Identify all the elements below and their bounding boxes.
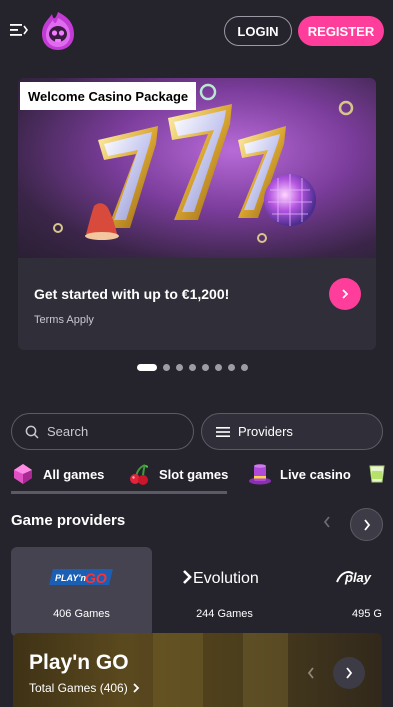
featured-prev-button[interactable] — [299, 661, 323, 685]
top-hat-icon — [249, 464, 271, 485]
carousel-dot[interactable] — [241, 363, 248, 371]
tab-more-partial[interactable] — [368, 458, 386, 490]
featured-provider-banner[interactable]: Play'n GO Total Games (406) — [13, 633, 382, 707]
carousel-dot[interactable] — [202, 363, 209, 371]
cherry-icon — [130, 464, 149, 485]
search-box[interactable] — [11, 413, 194, 450]
search-input[interactable] — [47, 424, 177, 439]
gem-icon — [14, 464, 32, 484]
featured-total-link[interactable]: Total Games (406) — [29, 681, 140, 695]
chevron-left-icon — [307, 667, 314, 679]
provider-game-count: 495 G — [352, 608, 382, 620]
chevron-right-icon — [133, 683, 139, 693]
providers-button[interactable]: Providers — [201, 413, 383, 450]
register-button[interactable]: REGISTER — [298, 16, 384, 46]
category-tabs: All games Slot games Live casino — [0, 458, 393, 494]
tab-slot-games[interactable]: Slot games — [127, 458, 228, 490]
carousel-dot[interactable] — [176, 363, 183, 371]
drink-icon — [369, 465, 385, 483]
provider-card-playngo[interactable]: PLAY'n GO 406 Games — [11, 547, 152, 637]
carousel-dot[interactable] — [228, 363, 235, 371]
carousel-dots — [137, 363, 248, 371]
tab-label: All games — [43, 466, 105, 482]
tab-label: Slot games — [159, 466, 229, 482]
promo-tag: Welcome Casino Package — [20, 82, 197, 110]
chevron-left-icon — [323, 516, 330, 528]
tab-live-casino[interactable]: Live casino — [248, 458, 351, 490]
search-icon — [25, 425, 39, 439]
evolution-logo: Evolution — [154, 565, 295, 589]
provider-game-count: 244 Games — [196, 608, 253, 620]
tab-all-games[interactable]: All games — [11, 458, 104, 490]
carousel-dot[interactable] — [137, 363, 157, 371]
list-icon — [216, 426, 230, 437]
svg-text:PLAY'n: PLAY'n — [55, 573, 86, 583]
featured-subtitle: Total Games (406) — [29, 681, 128, 695]
promo-title: Get started with up to €1,200! — [34, 286, 230, 302]
provider-card-partial[interactable]: play 495 G — [297, 547, 393, 637]
provider-logo-partial: play — [297, 565, 393, 589]
playngo-logo: PLAY'n GO — [11, 565, 152, 589]
carousel-dot[interactable] — [215, 363, 222, 371]
game-providers-title: Game providers — [11, 512, 126, 529]
featured-next-button[interactable] — [333, 657, 365, 689]
menu-icon[interactable] — [10, 22, 28, 38]
chevron-right-icon — [363, 518, 370, 531]
svg-text:GO: GO — [85, 570, 107, 586]
promo-banner-image: Welcome Casino Package — [18, 78, 376, 258]
providers-label: Providers — [238, 424, 293, 439]
provider-card-evolution[interactable]: Evolution 244 Games — [154, 547, 295, 637]
carousel-dot[interactable] — [189, 363, 196, 371]
promo-next-button[interactable] — [329, 278, 361, 310]
top-header: LOGIN REGISTER — [0, 0, 393, 62]
providers-next-button[interactable] — [350, 508, 383, 541]
promo-terms-link[interactable]: Terms Apply — [34, 314, 94, 326]
tab-scroll-indicator — [11, 491, 227, 494]
login-button[interactable]: LOGIN — [224, 16, 292, 46]
tab-label: Live casino — [280, 466, 351, 482]
providers-prev-button[interactable] — [315, 510, 339, 534]
svg-text:Evolution: Evolution — [193, 570, 259, 587]
provider-game-count: 406 Games — [53, 608, 110, 620]
chevron-right-icon — [346, 667, 353, 679]
chevron-right-icon — [342, 289, 349, 299]
skull-logo-icon[interactable] — [38, 10, 78, 52]
carousel-dot[interactable] — [163, 363, 170, 371]
featured-title: Play'n GO — [29, 651, 129, 674]
promo-card[interactable]: Welcome Casino Package Get started with … — [18, 78, 376, 350]
svg-text:play: play — [344, 570, 372, 585]
